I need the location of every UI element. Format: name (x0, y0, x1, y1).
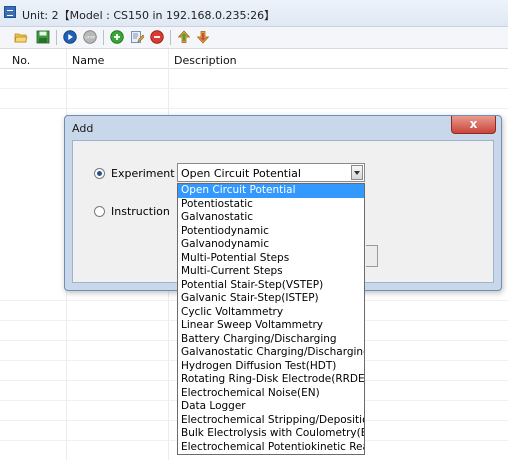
dropdown-option[interactable]: Potentiostatic (178, 198, 364, 212)
close-icon: x (469, 117, 478, 131)
experiment-type-select[interactable]: Open Circuit Potential (177, 163, 365, 182)
instruction-radio[interactable] (94, 206, 105, 217)
dropdown-option[interactable]: Cyclic Voltammetry (178, 306, 364, 320)
dropdown-option[interactable]: Multi-Current Steps (178, 265, 364, 279)
select-value: Open Circuit Potential (181, 167, 301, 180)
toolbar-separator (103, 30, 104, 45)
toolbar-separator (170, 30, 171, 45)
experiment-label[interactable]: Experiment (111, 167, 175, 180)
dropdown-option[interactable]: Open Circuit Potential (178, 184, 364, 198)
dropdown-option[interactable]: Hydrogen Diffusion Test(HDT) (178, 360, 364, 374)
instruction-label[interactable]: Instruction (111, 205, 170, 218)
dropdown-option[interactable]: Data Logger (178, 400, 364, 414)
edit-icon[interactable] (130, 30, 145, 44)
dropdown-option[interactable]: Potential Stair-Step(VSTEP) (178, 279, 364, 293)
toolbar-separator (56, 30, 57, 45)
dropdown-option[interactable]: Battery Charging/Discharging (178, 333, 364, 347)
column-header-name[interactable]: Name (72, 54, 104, 67)
toolbar: STOP (0, 27, 508, 49)
dropdown-option[interactable]: Galvanostatic Charging/Discharging (178, 346, 364, 360)
dropdown-option[interactable]: Potentiodynamic (178, 225, 364, 239)
dialog-title: Add (72, 122, 94, 135)
window-title: Unit: 2【Model : CS150 in 192.168.0.235:2… (22, 9, 276, 22)
column-header-no[interactable]: No. (12, 54, 30, 67)
dropdown-option[interactable]: Galvanic Stair-Step(ISTEP) (178, 292, 364, 306)
move-down-icon[interactable] (196, 30, 210, 44)
play-icon[interactable] (63, 30, 77, 44)
row-divider (0, 88, 508, 89)
partially-hidden-button[interactable] (366, 245, 378, 267)
stop-icon[interactable]: STOP (83, 30, 97, 44)
app-icon (4, 6, 16, 18)
dropdown-option[interactable]: Multi-Potential Steps (178, 252, 364, 266)
dropdown-option[interactable]: Rotating Ring-Disk Electrode(RRDE) (178, 373, 364, 387)
save-icon[interactable] (36, 30, 50, 44)
dropdown-option[interactable]: Electrochemical Potentiokinetic React (178, 441, 364, 455)
window-titlebar: Unit: 2【Model : CS150 in 192.168.0.235:2… (0, 0, 508, 27)
dropdown-option[interactable]: Bulk Electrolysis with Coulometry(BE) (178, 427, 364, 441)
dropdown-option[interactable]: Electrochemical Stripping/Deposition (178, 414, 364, 428)
experiment-type-dropdown: Open Circuit Potential Potentiostatic Galv… (177, 183, 365, 455)
svg-text:STOP: STOP (85, 36, 95, 40)
dropdown-option[interactable]: Linear Sweep Voltammetry (178, 319, 364, 333)
chevron-down-icon[interactable] (351, 165, 363, 180)
move-up-icon[interactable] (177, 30, 191, 44)
dropdown-option[interactable]: Electrochemical Noise(EN) (178, 387, 364, 401)
add-icon[interactable] (110, 30, 124, 44)
remove-icon[interactable] (150, 30, 164, 44)
dropdown-option[interactable]: Galvanostatic (178, 211, 364, 225)
close-button[interactable]: x (451, 116, 496, 134)
table-header: No. Name Description (0, 49, 508, 69)
open-folder-icon[interactable] (14, 30, 28, 44)
row-divider (0, 108, 508, 109)
column-header-description[interactable]: Description (174, 54, 237, 67)
dropdown-option[interactable]: Galvanodynamic (178, 238, 364, 252)
experiment-radio[interactable] (94, 168, 105, 179)
